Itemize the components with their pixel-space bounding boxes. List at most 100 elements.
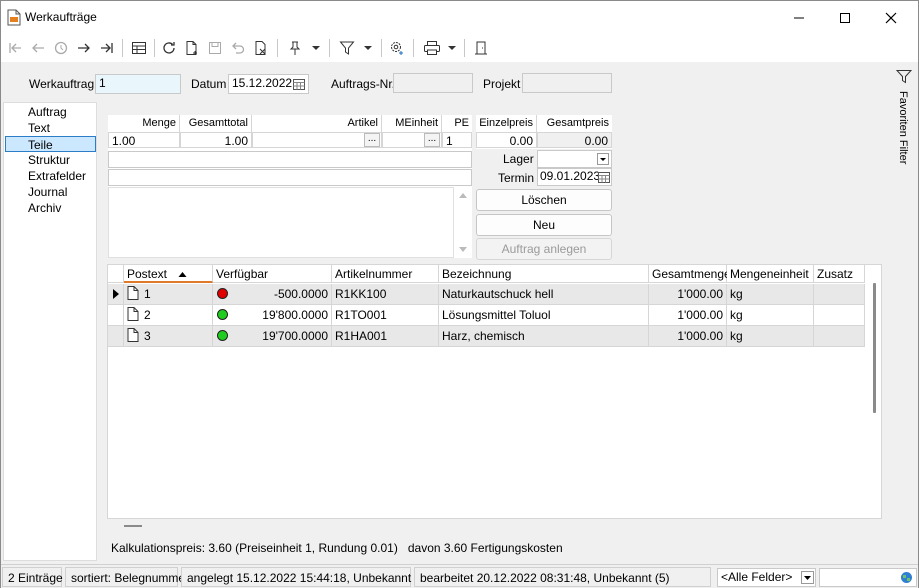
back-button[interactable] bbox=[28, 37, 48, 59]
col-mengeneinheit[interactable]: Mengeneinheit bbox=[727, 265, 814, 283]
nav-item-struktur[interactable]: Struktur bbox=[4, 152, 96, 168]
globe-search-icon[interactable] bbox=[900, 571, 913, 584]
artikel-input[interactable]: ... bbox=[252, 132, 382, 148]
refresh-icon bbox=[163, 42, 175, 54]
datum-field[interactable]: 15.12.2022 bbox=[228, 74, 309, 94]
nav-item-extrafelder[interactable]: Extrafelder bbox=[4, 168, 96, 184]
pin-dropdown-button[interactable] bbox=[285, 37, 323, 59]
document-icon bbox=[127, 328, 139, 342]
col-bezeichnung[interactable]: Bezeichnung bbox=[439, 265, 649, 283]
auftragsnr-label: Auftrags-Nr. bbox=[331, 77, 396, 91]
nav-item-teile[interactable]: Teile bbox=[5, 136, 96, 152]
settings-icon bbox=[391, 42, 403, 55]
chevron-down-icon bbox=[312, 46, 320, 50]
scroll-down-icon[interactable] bbox=[458, 246, 468, 254]
grid-scrollbar-thumb[interactable] bbox=[873, 283, 876, 413]
zusatz-cell bbox=[814, 326, 865, 346]
favorites-filter-panel[interactable]: Favoriten Filter bbox=[889, 65, 918, 561]
search-input[interactable] bbox=[819, 568, 917, 587]
calculation-note: Kalkulationspreis: 3.60 (Preiseinheit 1,… bbox=[111, 541, 563, 555]
table-row[interactable]: 1 -500.0000 R1KK100 Naturkautschuck hell… bbox=[108, 284, 865, 305]
undo-icon bbox=[232, 42, 245, 54]
werkauftrag-field[interactable]: 1 bbox=[95, 74, 181, 94]
print-dropdown-button[interactable] bbox=[421, 37, 459, 59]
text-line-1[interactable] bbox=[108, 151, 472, 168]
verfuegbar-value: 19'800.0000 bbox=[262, 308, 328, 322]
copy-button[interactable] bbox=[182, 37, 202, 59]
maximize-icon bbox=[840, 12, 850, 23]
table-view-button[interactable] bbox=[128, 37, 150, 59]
bezeichnung-cell: Lösungsmittel Toluol bbox=[439, 305, 649, 325]
verfuegbar-cell: 19'700.0000 bbox=[213, 326, 332, 346]
current-row-arrow-icon bbox=[113, 289, 119, 299]
section-nav: Auftrag Text Teile Struktur Extrafelder … bbox=[3, 102, 97, 561]
meinheit-input[interactable]: ... bbox=[382, 132, 442, 148]
history-icon bbox=[54, 41, 68, 55]
artikel-lookup-button[interactable]: ... bbox=[364, 133, 380, 147]
title-bar: Werkaufträge bbox=[1, 1, 918, 34]
nav-item-auftrag[interactable]: Auftrag bbox=[4, 104, 96, 120]
artikelnummer-cell: R1TO001 bbox=[332, 305, 439, 325]
neu-button[interactable]: Neu bbox=[476, 214, 612, 236]
menge-input[interactable]: 1.00 bbox=[108, 132, 180, 148]
pe-input[interactable]: 1 bbox=[442, 132, 472, 148]
close-button[interactable] bbox=[868, 1, 914, 34]
long-text-area[interactable] bbox=[108, 187, 454, 258]
table-row[interactable]: 2 19'800.0000 R1TO001 Lösungsmittel Tolu… bbox=[108, 305, 865, 326]
col-header-gesamtpreis: Gesamtpreis bbox=[537, 115, 612, 132]
calendar-icon[interactable] bbox=[598, 171, 610, 184]
status-dot-icon bbox=[217, 330, 228, 341]
datum-label: Datum bbox=[191, 77, 227, 91]
col-gesamtmenge[interactable]: Gesamtmenge bbox=[649, 265, 731, 283]
row-indicator-header bbox=[108, 265, 124, 283]
toolbar-separator bbox=[277, 39, 278, 57]
postext-value: 2 bbox=[144, 308, 151, 322]
gesamtpreis-field: 0.00 bbox=[537, 132, 612, 148]
einzelpreis-input[interactable]: 0.00 bbox=[476, 132, 537, 148]
refresh-button[interactable] bbox=[159, 37, 179, 59]
save-button[interactable] bbox=[205, 37, 225, 59]
text-line-2[interactable] bbox=[108, 169, 472, 186]
auftragsnr-field bbox=[393, 73, 473, 93]
h-scroll-thumb[interactable] bbox=[124, 525, 142, 527]
col-header-menge: Menge bbox=[108, 115, 180, 132]
exit-button[interactable] bbox=[470, 37, 492, 59]
window-title: Werkaufträge bbox=[25, 10, 97, 24]
last-record-button[interactable] bbox=[97, 37, 117, 59]
status-sort: sortiert: Belegnummer bbox=[65, 567, 189, 587]
field-selector[interactable]: <Alle Felder> bbox=[717, 568, 816, 587]
toolbar-separator bbox=[329, 39, 330, 57]
projekt-label: Projekt bbox=[483, 77, 521, 91]
col-zusatz[interactable]: Zusatz bbox=[814, 265, 865, 283]
text-scrollbar[interactable] bbox=[454, 187, 472, 258]
meinheit-lookup-button[interactable]: ... bbox=[424, 133, 440, 147]
table-row[interactable]: 3 19'700.0000 R1HA001 Harz, chemisch 1'0… bbox=[108, 326, 865, 347]
calendar-icon[interactable] bbox=[292, 77, 306, 91]
scroll-up-icon[interactable] bbox=[458, 191, 468, 199]
forward-button[interactable] bbox=[74, 37, 94, 59]
col-artikelnummer[interactable]: Artikelnummer bbox=[332, 265, 439, 283]
minimize-button[interactable] bbox=[776, 1, 822, 34]
nav-item-archiv[interactable]: Archiv bbox=[4, 200, 96, 216]
auftrag-anlegen-button: Auftrag anlegen bbox=[476, 238, 612, 260]
loeschen-button[interactable]: Löschen bbox=[476, 189, 612, 211]
delete-button[interactable] bbox=[251, 37, 271, 59]
filter-dropdown-button[interactable] bbox=[337, 37, 375, 59]
col-postext[interactable]: Postext bbox=[124, 265, 213, 283]
col-verfuegbar[interactable]: Verfügbar bbox=[213, 265, 332, 283]
filter-icon bbox=[896, 70, 912, 84]
nav-item-journal[interactable]: Journal bbox=[4, 184, 96, 200]
postext-value: 1 bbox=[144, 287, 151, 301]
termin-field[interactable]: 09.01.2023 bbox=[537, 168, 612, 186]
history-button[interactable] bbox=[51, 37, 71, 59]
sort-ascending-icon bbox=[178, 272, 187, 277]
lager-select[interactable] bbox=[537, 150, 612, 168]
undo-button[interactable] bbox=[228, 37, 248, 59]
settings-button[interactable] bbox=[386, 37, 408, 59]
gesamttotal-input[interactable]: 1.00 bbox=[180, 132, 252, 148]
nav-item-text[interactable]: Text bbox=[4, 120, 96, 136]
maximize-button[interactable] bbox=[822, 1, 868, 34]
chevron-down-icon bbox=[364, 46, 372, 50]
first-record-button[interactable] bbox=[5, 37, 25, 59]
grid-horizontal-scrollbar[interactable] bbox=[107, 519, 882, 533]
